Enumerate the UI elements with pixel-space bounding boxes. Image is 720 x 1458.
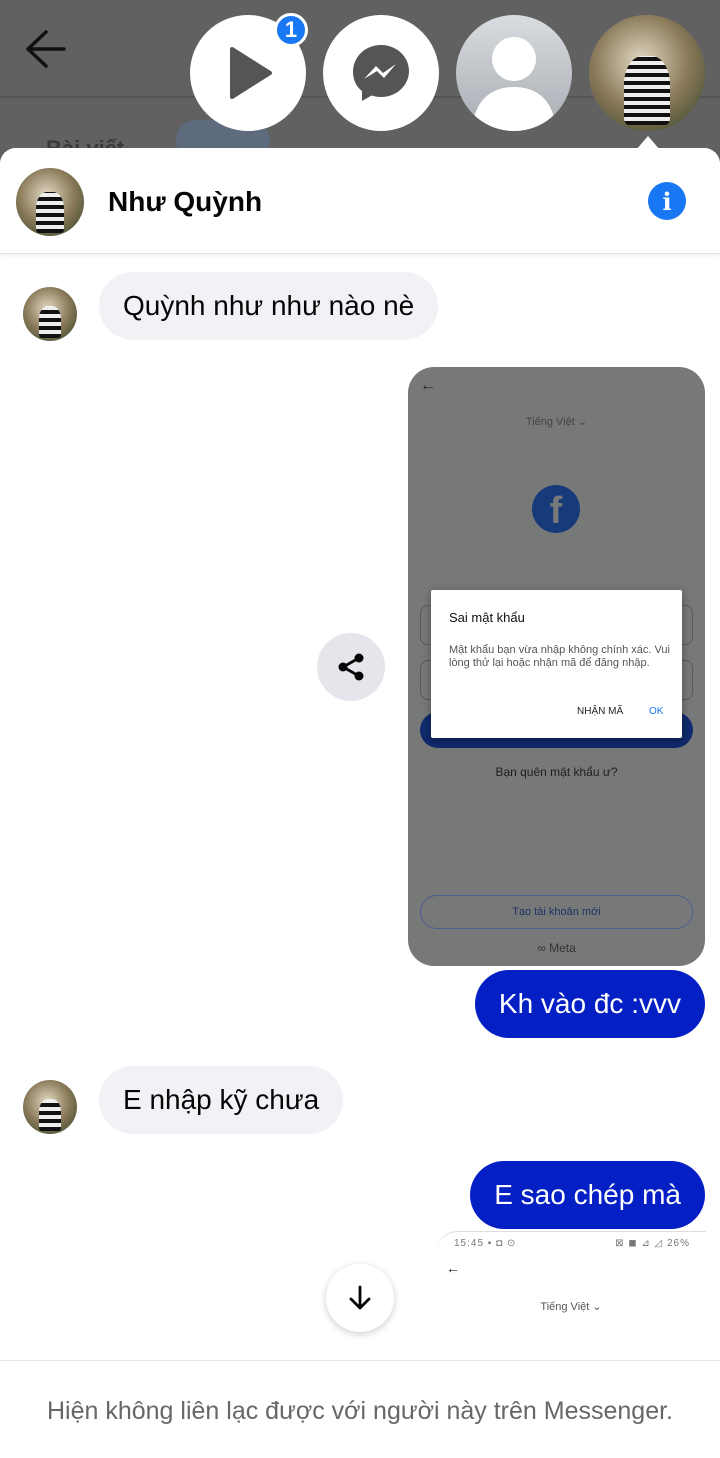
dialog-get-code-button: NHẬN MÃ — [577, 706, 624, 717]
facebook-logo-icon: f — [532, 485, 580, 533]
sender-avatar[interactable] — [23, 1080, 77, 1134]
incoming-message[interactable]: E nhập kỹ chưa — [99, 1066, 344, 1134]
info-icon[interactable]: i — [648, 182, 686, 220]
outgoing-message[interactable]: E sao chép mà — [470, 1161, 705, 1229]
default-profile-icon — [472, 37, 556, 131]
dialog-ok-button: OK — [649, 706, 664, 717]
attachment-language: Tiếng Việt ⌄ — [540, 1301, 602, 1313]
share-icon — [338, 653, 364, 681]
wrong-password-dialog: Sai mật khẩu Mật khẩu bạn vừa nhập không… — [431, 590, 682, 738]
arrow-down-icon — [349, 1285, 371, 1310]
contact-head[interactable] — [589, 15, 705, 131]
unavailable-notice-bar: Hiện không liên lạc được với người này t… — [0, 1360, 720, 1458]
attachment-meta-label: ∞ Meta — [537, 941, 576, 955]
blank-profile-head[interactable] — [456, 15, 572, 131]
outgoing-message[interactable]: Kh vào đc :vvv — [474, 970, 705, 1038]
attachment-status-left: 15:45 ▪ ◘ ⊙ — [454, 1238, 517, 1249]
attachment-create-account: Tạo tài khoản mới — [420, 895, 693, 929]
contact-avatar[interactable] — [16, 168, 84, 236]
messenger-head[interactable] — [323, 15, 439, 131]
image-attachment[interactable]: ← Tiếng Việt ⌄ f Sai mật khẩu Mật khẩu b… — [408, 367, 705, 966]
play-icon — [230, 47, 272, 99]
back-arrow-icon[interactable] — [22, 28, 68, 70]
share-button[interactable] — [317, 633, 385, 701]
sender-avatar[interactable] — [23, 287, 77, 341]
incoming-message[interactable]: Quỳnh như như nào nè — [99, 272, 439, 340]
attachment-status-right: ⊠ ◼ ⊿ ◿ 26% — [615, 1238, 690, 1249]
attachment-back-icon: ← — [446, 1260, 460, 1276]
notification-badge: 1 — [274, 13, 308, 47]
scroll-to-bottom-button[interactable] — [326, 1264, 394, 1332]
play-video-head[interactable]: 1 — [190, 13, 308, 131]
unavailable-notice: Hiện không liên lạc được với người này t… — [46, 1397, 673, 1425]
chat-panel: Như Quỳnh i Quỳnh như như nào nè ← Tiếng… — [0, 148, 720, 1458]
dialog-title: Sai mật khẩu — [449, 610, 525, 625]
attachment-language: Tiếng Việt ⌄ — [525, 416, 588, 428]
attachment-forgot-password: Bạn quên mật khẩu ư? — [495, 765, 618, 779]
contact-head-avatar — [589, 15, 705, 131]
messenger-icon — [353, 45, 409, 101]
contact-name[interactable]: Như Quỳnh — [108, 186, 262, 218]
image-attachment[interactable]: 15:45 ▪ ◘ ⊙ ⊠ ◼ ⊿ ◿ 26% ← Tiếng Việt ⌄ — [436, 1231, 706, 1371]
dialog-body: Mật khẩu bạn vừa nhập không chính xác. V… — [449, 644, 670, 669]
conversation-header: Như Quỳnh i — [0, 148, 720, 254]
attachment-back-icon: ← — [420, 377, 436, 394]
